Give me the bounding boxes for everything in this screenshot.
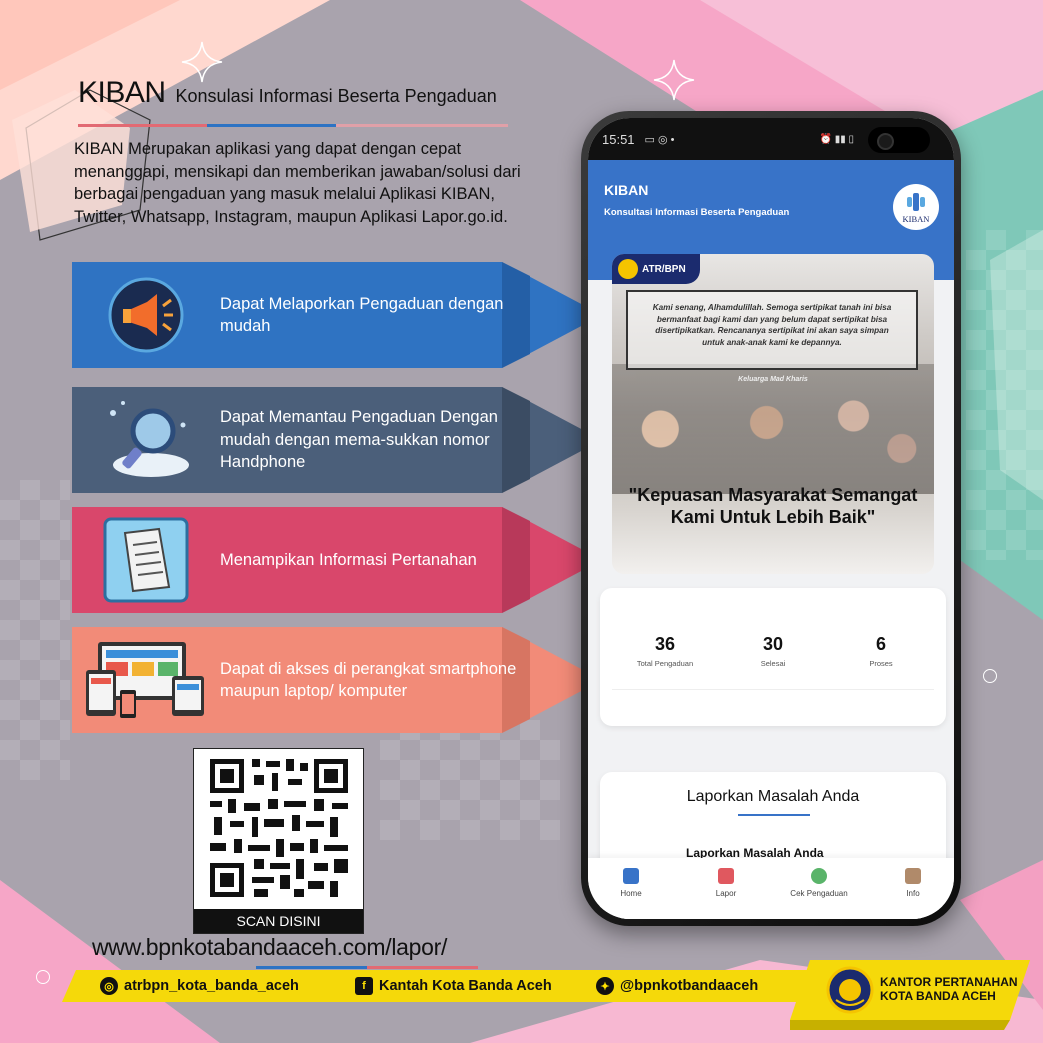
qr-code[interactable]: SCAN DISINI <box>193 748 364 934</box>
twitter-icon: ✦ <box>596 977 614 995</box>
qr-pattern <box>210 759 348 897</box>
feature-ribbon-report: Dapat Melaporkan Pengaduan dengan mudah <box>72 262 602 368</box>
status-time: 15:51 <box>602 131 635 147</box>
feature-ribbon-devices: Dapat di akses di perangkat smartphone m… <box>72 627 602 733</box>
report-icon <box>718 868 734 884</box>
title-divider <box>78 124 508 127</box>
title-row: KIBAN Konsulasi Informasi Beserta Pengad… <box>78 76 497 110</box>
circle-decoration <box>36 970 50 984</box>
intro-text: KIBAN Merupakan aplikasi yang dapat deng… <box>74 140 521 226</box>
facebook-text: Kantah Kota Banda Aceh <box>379 978 552 994</box>
testimonial-banner[interactable]: ATR/BPN Kami senang, Alhamdulillah. Semo… <box>612 254 934 574</box>
feature-ribbon-info: Menampikan Informasi Pertanahan <box>72 507 602 613</box>
nav-lapor[interactable]: Lapor <box>686 868 766 898</box>
nav-home[interactable]: Home <box>591 868 671 898</box>
quote-text: Kami senang, Alhamdulillah. Semoga serti… <box>652 303 892 347</box>
stat-done: 30 Selesai <box>718 634 828 668</box>
kiban-logo-text: KIBAN <box>902 213 930 224</box>
sparkle-icon <box>653 59 695 101</box>
instagram-text: atrbpn_kota_banda_aceh <box>124 978 299 994</box>
stat-total: 36 Total Pengaduan <box>610 634 720 668</box>
office-name: KANTOR PERTANAHAN KOTA BANDA ACEH <box>880 975 1018 1003</box>
nav-info[interactable]: Info <box>873 868 953 898</box>
nav-label: Cek Pengaduan <box>790 889 848 898</box>
atr-bpn-badge: ATR/BPN <box>612 254 700 284</box>
book-icon <box>905 868 921 884</box>
circle-decoration <box>983 669 997 683</box>
atr-badge-text: ATR/BPN <box>642 263 686 275</box>
url-divider <box>256 966 478 969</box>
instagram-icon: ◎ <box>100 977 118 995</box>
twitter-text: @bpnkotbandaaceh <box>620 978 759 994</box>
atr-seal-icon <box>618 259 638 279</box>
stat-process: 6 Proses <box>826 634 936 668</box>
nav-label: Lapor <box>715 889 737 898</box>
crowd-photo <box>612 364 934 494</box>
facebook-handle[interactable]: f Kantah Kota Banda Aceh <box>355 977 552 995</box>
qr-caption: SCAN DISINI <box>194 909 363 933</box>
megaphone-icon <box>108 277 184 353</box>
nav-label: Home <box>620 889 642 898</box>
feature-label: Dapat Melaporkan Pengaduan dengan mudah <box>220 294 504 336</box>
page-title: KIBAN <box>78 76 166 109</box>
report-title: Laporkan Masalah Anda <box>686 788 860 805</box>
kiban-logo: KIBAN <box>893 184 939 230</box>
phone-mockup: 15:51 ▭ ◎ • ⏰ ▮▮ ▯ KIBAN Konsultasi Info… <box>581 111 961 926</box>
report-underline <box>738 814 810 816</box>
home-icon <box>623 868 639 884</box>
camera-punch-hole <box>868 127 930 153</box>
quote-author: Keluarga Mad Kharis <box>738 376 808 383</box>
page-subtitle: Konsulasi Informasi Beserta Pengaduan <box>175 86 497 106</box>
facebook-icon: f <box>355 977 373 995</box>
office-line-1: KANTOR PERTANAHAN <box>880 975 1018 989</box>
feature-ribbon-monitor: Dapat Memantau Pengaduan Dengan mudah de… <box>72 387 602 493</box>
app-subtitle: Konsultasi Informasi Beserta Pengaduan <box>604 207 790 218</box>
stats-divider <box>612 689 934 690</box>
twitter-handle[interactable]: ✦ @bpnkotbandaaceh <box>596 977 758 995</box>
stat-value: 6 <box>875 634 886 654</box>
website-url[interactable]: www.bpnkotabandaaceh.com/lapor/ <box>92 934 447 961</box>
stat-value: 36 <box>654 634 676 654</box>
bpn-seal-icon <box>826 966 874 1014</box>
stat-label: Proses <box>869 659 893 668</box>
stat-value: 30 <box>762 634 784 654</box>
feature-label: Dapat di akses di perangkat smartphone m… <box>220 659 517 701</box>
kiban-logo-icon <box>907 192 925 211</box>
quote-box: Kami senang, Alhamdulillah. Semoga serti… <box>626 290 918 370</box>
nav-label: Info <box>906 889 920 898</box>
devices-icon <box>86 642 204 718</box>
status-icons: ▭ ◎ • <box>644 133 675 146</box>
magnifier-icon <box>110 401 189 477</box>
phone-screen: 15:51 ▭ ◎ • ⏰ ▮▮ ▯ KIBAN Konsultasi Info… <box>588 118 954 919</box>
document-icon <box>103 517 189 603</box>
feature-label: Menampikan Informasi Pertanahan <box>220 550 477 569</box>
signal-icon: ⏰ ▮▮ ▯ <box>819 133 854 145</box>
banner-headline: "Kepuasan Masyarakat Semangat Kami Untuk… <box>628 485 918 527</box>
stat-label: Total Pengaduan <box>636 659 694 668</box>
feature-label: Dapat Memantau Pengaduan Dengan mudah de… <box>220 408 498 472</box>
search-icon <box>811 868 827 884</box>
bottom-nav: Home Lapor Cek Pengaduan Info <box>588 858 954 919</box>
app-title: KIBAN <box>604 182 649 198</box>
instagram-handle[interactable]: ◎ atrbpn_kota_banda_aceh <box>100 977 299 995</box>
stats-card: 36 Total Pengaduan 30 Selesai 6 Proses <box>600 588 946 726</box>
stat-label: Selesai <box>760 659 786 668</box>
office-line-2: KOTA BANDA ACEH <box>880 989 996 1003</box>
nav-cek-pengaduan[interactable]: Cek Pengaduan <box>779 868 859 898</box>
